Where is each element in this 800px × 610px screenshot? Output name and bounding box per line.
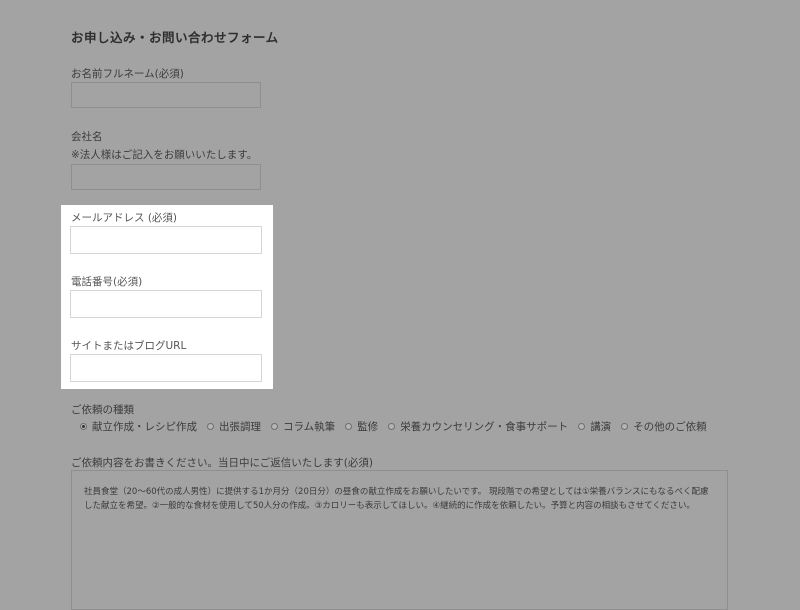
radio-option-column[interactable]: コラム執筆 — [271, 419, 335, 434]
company-field[interactable] — [71, 164, 261, 190]
phone-field[interactable] — [70, 290, 262, 318]
radio-button[interactable] — [578, 423, 586, 430]
radio-button[interactable] — [621, 423, 629, 430]
radio-label: 献立作成・レシピ作成 — [92, 421, 197, 433]
radio-button[interactable] — [388, 423, 396, 430]
radio-button[interactable] — [345, 423, 353, 430]
radio-button[interactable] — [271, 423, 278, 430]
site-url-field[interactable] — [70, 354, 262, 382]
radio-option-supervision[interactable]: 監修 — [345, 419, 378, 434]
radio-label: その他のご依頼 — [633, 421, 707, 433]
request-type-label: ご依頼の種類 — [71, 404, 134, 416]
details-textarea[interactable]: 社員食堂（20〜60代の成人男性）に提供する1か月分（20日分）の昼食の献立作成… — [71, 470, 728, 610]
radio-option-counseling[interactable]: 栄養カウンセリング・食事サポート — [388, 419, 568, 434]
request-type-radio-group: 献立作成・レシピ作成 出張調理 コラム執筆 監修 栄養カウンセリング・食事サポー… — [80, 419, 717, 434]
radio-label: 栄養カウンセリング・食事サポート — [400, 421, 569, 433]
radio-label: 監修 — [357, 421, 379, 433]
phone-label: 電話番号(必須) — [71, 276, 143, 288]
email-field[interactable] — [70, 226, 262, 254]
radio-label: コラム執筆 — [283, 421, 336, 433]
radio-button[interactable] — [80, 423, 87, 430]
radio-button[interactable] — [207, 423, 214, 430]
radio-option-menu[interactable]: 献立作成・レシピ作成 — [80, 419, 197, 434]
radio-option-lecture[interactable]: 講演 — [578, 419, 611, 434]
email-label: メールアドレス (必須) — [71, 212, 178, 224]
radio-label: 出張調理 — [219, 421, 261, 433]
name-field[interactable] — [71, 82, 261, 108]
radio-option-catering[interactable]: 出張調理 — [207, 419, 261, 434]
radio-option-other[interactable]: その他のご依頼 — [621, 419, 707, 434]
company-note: ※法人様はご記入をお願いいたします。 — [71, 149, 258, 161]
form-title: お申し込み・お問い合わせフォーム — [71, 30, 279, 45]
name-label: お名前フルネーム(必須) — [71, 68, 184, 80]
details-label: ご依頼内容をお書きください。当日中にご返信いたします(必須) — [71, 457, 373, 469]
highlight-panel: メールアドレス (必須) 電話番号(必須) サイトまたはブログURL — [61, 205, 273, 389]
company-label: 会社名 — [71, 131, 103, 143]
site-label: サイトまたはブログURL — [71, 340, 187, 352]
radio-label: 講演 — [590, 421, 612, 433]
